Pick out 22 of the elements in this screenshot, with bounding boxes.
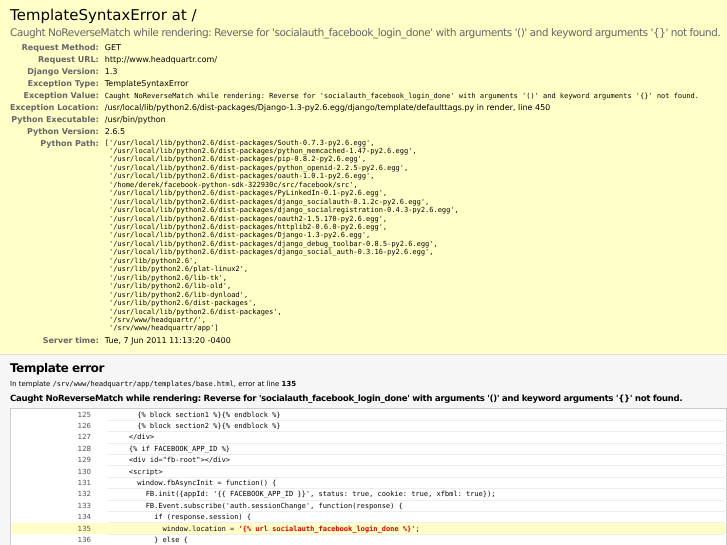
meta-label: Exception Value: xyxy=(10,89,105,101)
meta-label: Python Executable: xyxy=(10,113,105,125)
meta-label: Exception Location: xyxy=(10,101,105,113)
meta-value: 1.3 xyxy=(104,66,118,76)
meta-value: Tue, 7 Jun 2011 11:13:20 -0400 xyxy=(104,336,231,345)
meta-value: http://www.headquartr.com/ xyxy=(104,54,218,64)
error-message: Caught NoReverseMatch while rendering: Reverse for 'socialauth_facebook_login_done' with arguments '()' and keyword arguments '{}' not found. xyxy=(10,26,720,40)
meta-label: Exception Type: xyxy=(10,77,105,89)
meta-label: Request Method: xyxy=(10,41,105,53)
meta-value: /usr/local/lib/python2.6/dist-packages/Django-1.3-py2.6.egg/django/template/defaulttags.py in render, line 450 xyxy=(104,102,550,112)
meta-label: Python Path: xyxy=(39,138,100,150)
meta-value: /usr/bin/python xyxy=(104,114,166,124)
template-error-message: Caught NoReverseMatch while rendering: Reverse for 'socialauth_facebook_login_done' with arguments '()' and keyword arguments '{}' not found. xyxy=(10,393,682,406)
section-title: Template error xyxy=(10,361,104,376)
meta-value: TemplateSyntaxError xyxy=(104,78,188,88)
meta-label: Python Version: xyxy=(10,125,105,137)
error-title: TemplateSyntaxError at / xyxy=(10,6,198,24)
meta-value: 2.6.5 xyxy=(104,126,126,136)
meta-value: GET xyxy=(104,42,121,52)
meta-label: Request URL: xyxy=(10,53,105,65)
meta-label: Server time: xyxy=(10,334,105,346)
meta-label: Django Version: xyxy=(26,66,100,77)
